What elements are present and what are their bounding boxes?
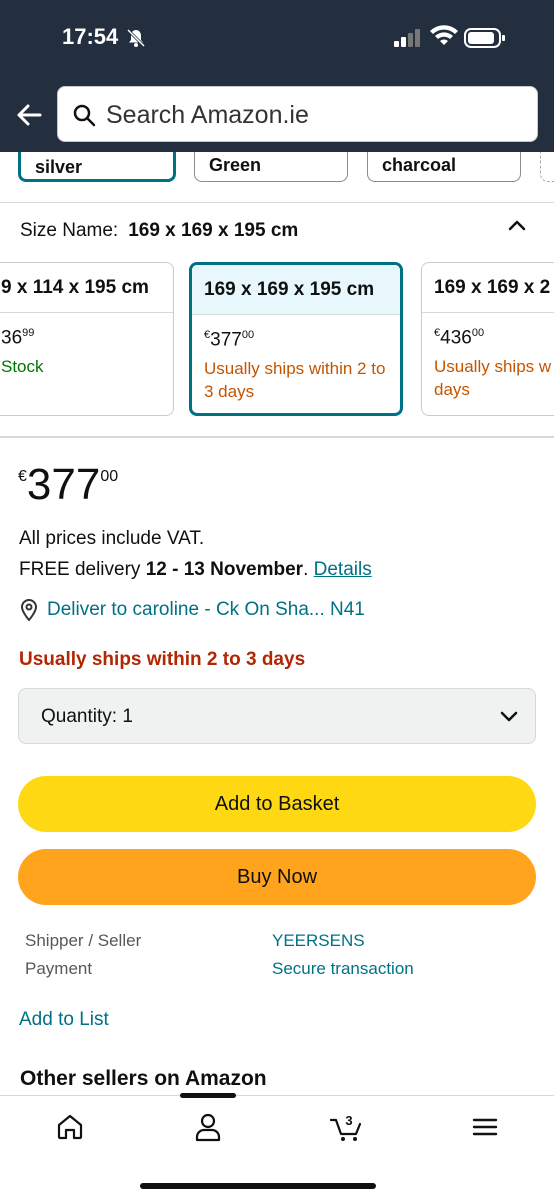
size-option-card[interactable]: 9 x 114 x 195 cm 3699 Stock <box>0 262 174 416</box>
chevron-up-icon[interactable] <box>506 214 528 236</box>
price-currency: € <box>18 468 27 485</box>
battery-icon <box>464 28 505 48</box>
size-name-selected: 169 x 169 x 195 cm <box>128 220 299 241</box>
app-header: 17:54 <box>0 0 554 152</box>
location-pin-icon <box>20 599 38 621</box>
delivery-details-link[interactable]: Details <box>314 559 372 580</box>
size-option-price-fraction: 00 <box>241 329 255 341</box>
size-option-stock: Usually ships w to 3 days <box>434 357 554 400</box>
size-option-price-fraction: 99 <box>22 327 35 339</box>
size-option-name: 169 x 169 x 195 cm <box>192 265 400 315</box>
vat-note: All prices include VAT. <box>19 528 205 549</box>
cellular-signal-icon <box>394 29 420 47</box>
bottom-navigation: 3 <box>0 1093 554 1200</box>
account-icon[interactable] <box>193 1112 223 1142</box>
deliver-to-text: Deliver to caroline - Ck On Sha... N41 <box>47 599 365 620</box>
add-to-list-link[interactable]: Add to List <box>19 1009 109 1031</box>
cart-icon[interactable]: 3 <box>330 1112 366 1142</box>
size-option-card-selected[interactable]: 169 x 169 x 195 cm €37700 Usually ships … <box>189 262 403 416</box>
size-option-price: €43600 <box>434 327 554 349</box>
color-option-label: charcoal <box>382 155 457 175</box>
product-price: € 377 00 <box>18 462 118 508</box>
price-fraction: 00 <box>100 468 119 485</box>
quantity-dropdown[interactable]: Quantity: 1 <box>18 688 536 744</box>
quantity-label: Quantity: <box>41 706 118 727</box>
seller-name-link[interactable]: YEERSENS <box>272 931 365 951</box>
size-name-label: Size Name: <box>20 220 119 241</box>
color-options: silver Green charcoal <box>0 152 554 202</box>
size-option-price-whole: 377 <box>210 329 242 351</box>
color-option-label: Green <box>209 155 262 175</box>
color-option-label: silver <box>35 157 83 177</box>
size-option-price: €37700 <box>204 329 400 351</box>
delivery-suffix: . <box>303 559 314 580</box>
cart-count: 3 <box>345 1113 352 1128</box>
status-time: 17:54 <box>62 24 119 49</box>
drag-handle[interactable] <box>180 1093 236 1098</box>
shipper-seller-label: Shipper / Seller <box>25 931 142 950</box>
menu-icon[interactable] <box>470 1112 500 1142</box>
search-icon[interactable] <box>72 103 96 127</box>
chevron-down-icon <box>500 711 518 722</box>
color-option-charcoal[interactable]: charcoal <box>367 152 521 182</box>
home-indicator <box>140 1183 376 1189</box>
back-arrow-icon[interactable] <box>14 100 44 130</box>
size-option-price-whole: 436 <box>440 327 472 349</box>
size-option-card[interactable]: 169 x 169 x 2 €43600 Usually ships w to … <box>421 262 554 416</box>
payment-label: Payment <box>25 959 93 978</box>
secure-transaction-link[interactable]: Secure transaction <box>272 959 414 979</box>
add-to-basket-button[interactable]: Add to Basket <box>18 776 536 832</box>
size-option-price-whole: 36 <box>1 327 23 349</box>
search-input[interactable] <box>106 97 526 133</box>
buy-now-button[interactable]: Buy Now <box>18 849 536 905</box>
other-sellers-heading: Other sellers on Amazon <box>20 1067 267 1090</box>
color-option-more[interactable] <box>540 152 554 182</box>
size-name-heading: Size Name: 169 x 169 x 195 cm <box>20 220 298 242</box>
size-option-name: 169 x 169 x 2 <box>422 263 554 313</box>
search-bar[interactable] <box>57 86 538 142</box>
size-options-carousel: 9 x 114 x 195 cm 3699 Stock 169 x 169 x … <box>0 260 554 420</box>
size-option-price: 3699 <box>0 327 173 349</box>
price-whole: 377 <box>26 460 101 509</box>
availability-status: Usually ships within 2 to 3 days <box>19 649 306 670</box>
delivery-dates: 12 - 13 November <box>145 559 304 580</box>
delivery-info: FREE delivery 12 - 13 November. Details <box>19 559 372 581</box>
size-option-price-fraction: 00 <box>471 327 485 339</box>
divider <box>0 436 554 438</box>
bell-muted-icon <box>126 28 146 48</box>
delivery-prefix: FREE delivery <box>19 559 146 580</box>
home-icon[interactable] <box>55 1112 85 1142</box>
color-option-green[interactable]: Green <box>194 152 348 182</box>
wifi-icon <box>430 25 458 45</box>
deliver-to-link[interactable]: Deliver to caroline - Ck On Sha... N41 <box>19 599 365 621</box>
quantity-value: 1 <box>122 706 133 727</box>
size-option-stock: Stock <box>1 357 44 377</box>
size-option-stock: Usually ships within 2 to 3 days <box>204 359 386 402</box>
divider <box>0 202 554 203</box>
size-option-name: 9 x 114 x 195 cm <box>0 263 173 313</box>
color-option-silver[interactable]: silver <box>18 152 176 182</box>
